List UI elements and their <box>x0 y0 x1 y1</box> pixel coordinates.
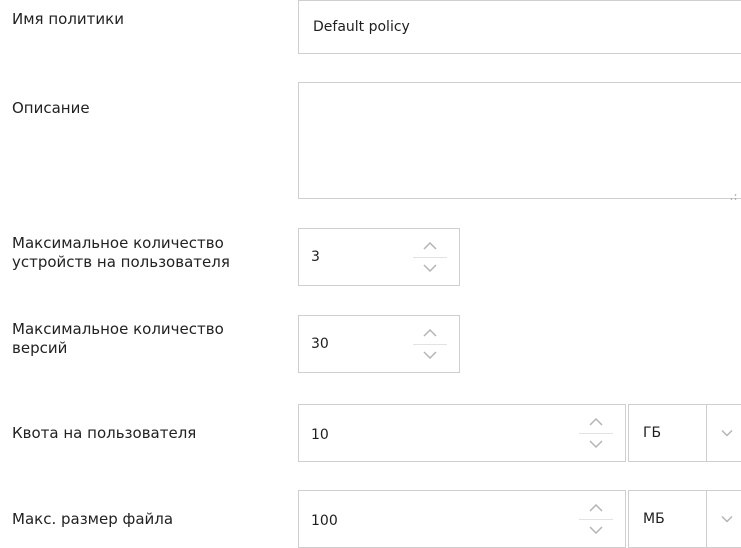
max-versions-label-line2: версий <box>12 339 68 357</box>
max-file-size-label: Макс. размер файла <box>12 510 174 528</box>
max-devices-label-line2: устройств на пользователя <box>12 253 230 271</box>
user-quota-label: Квота на пользователя <box>12 424 197 442</box>
max-file-size-stepper[interactable]: 100 <box>298 490 626 548</box>
max-devices-spinner <box>413 235 447 279</box>
policy-name-input[interactable]: Default policy <box>298 0 741 54</box>
chevron-down-icon <box>721 429 733 437</box>
unit-divider <box>706 405 707 461</box>
chevron-up-icon <box>423 329 437 337</box>
max-file-size-unit-dropdown-button[interactable] <box>715 491 739 547</box>
unit-divider <box>706 491 707 547</box>
max-devices-value: 3 <box>311 249 320 265</box>
max-devices-increment-button[interactable] <box>413 235 447 257</box>
max-versions-stepper[interactable]: 30 <box>298 315 460 373</box>
chevron-up-icon <box>589 504 603 512</box>
chevron-up-icon <box>423 242 437 250</box>
user-quota-value: 10 <box>311 427 329 443</box>
max-file-size-unit-value: МБ <box>643 511 665 527</box>
policy-name-label: Имя политики <box>12 10 124 28</box>
max-versions-label-line1: Максимальное количество <box>12 320 224 338</box>
max-versions-value: 30 <box>311 336 329 352</box>
max-devices-label-line1: Максимальное количество <box>12 234 224 252</box>
chevron-down-icon <box>589 526 603 534</box>
max-file-size-spinner <box>579 497 613 541</box>
resize-grip-icon[interactable] <box>729 186 737 200</box>
max-versions-increment-button[interactable] <box>413 322 447 344</box>
user-quota-increment-button[interactable] <box>579 411 613 433</box>
user-quota-stepper[interactable]: 10 <box>298 404 626 462</box>
max-file-size-decrement-button[interactable] <box>579 519 613 541</box>
max-devices-decrement-button[interactable] <box>413 257 447 279</box>
chevron-down-icon <box>589 440 603 448</box>
max-versions-label: Максимальное количество версий <box>12 320 224 358</box>
user-quota-unit-value: ГБ <box>643 425 662 441</box>
user-quota-unit-select[interactable]: ГБ <box>628 404 741 462</box>
max-devices-label: Максимальное количество устройств на пол… <box>12 234 230 272</box>
chevron-down-icon <box>721 515 733 523</box>
chevron-down-icon <box>423 264 437 272</box>
user-quota-unit-dropdown-button[interactable] <box>715 405 739 461</box>
description-textarea[interactable] <box>298 82 741 200</box>
max-file-size-increment-button[interactable] <box>579 497 613 519</box>
max-versions-decrement-button[interactable] <box>413 344 447 366</box>
max-file-size-unit-select[interactable]: МБ <box>628 490 741 548</box>
chevron-down-icon <box>423 351 437 359</box>
policy-name-value: Default policy <box>313 19 410 35</box>
max-devices-stepper[interactable]: 3 <box>298 228 460 286</box>
max-versions-spinner <box>413 322 447 366</box>
user-quota-decrement-button[interactable] <box>579 433 613 455</box>
chevron-up-icon <box>589 418 603 426</box>
user-quota-spinner <box>579 411 613 455</box>
max-file-size-value: 100 <box>311 513 338 529</box>
description-label: Описание <box>12 99 90 117</box>
